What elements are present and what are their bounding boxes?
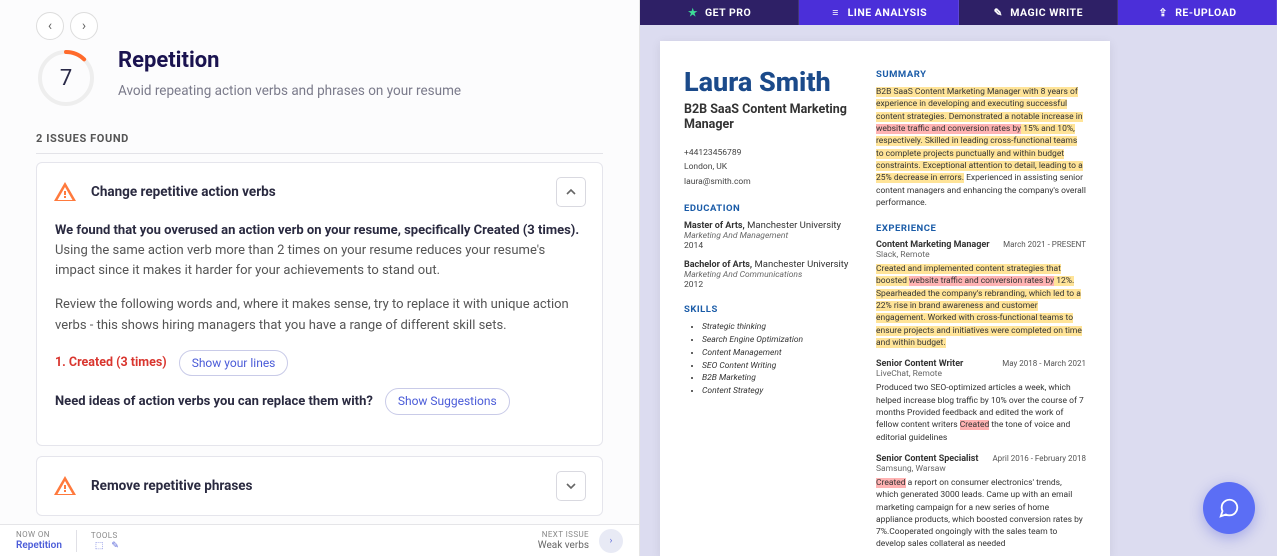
show-suggestions-button[interactable]: Show Suggestions (385, 388, 510, 415)
next-button[interactable]: › (70, 12, 98, 40)
resume-name: Laura Smith (684, 69, 854, 96)
issues-found-label: 2 ISSUES FOUND (36, 132, 603, 154)
role-title: Content Marketing Manager (876, 240, 990, 250)
page-title: Repetition (118, 48, 461, 73)
edu-year: 2012 (684, 280, 854, 290)
experience-label: EXPERIENCE (876, 223, 1086, 234)
role-title: Senior Content Writer (876, 359, 963, 369)
list-item: B2B Marketing (702, 372, 854, 385)
resume-location: London, UK (684, 160, 854, 174)
role-title: Senior Content Specialist (876, 454, 978, 464)
issue-advice: Review the following words and, where it… (55, 295, 584, 335)
list-item: SEO Content Writing (702, 360, 854, 373)
prev-button[interactable]: ‹ (36, 12, 64, 40)
next-issue-button[interactable]: › (599, 529, 623, 553)
issue-card-phrases: Remove repetitive phrases (36, 456, 603, 516)
role-desc: Produced two SEO-optimized articles a we… (876, 382, 1086, 444)
score-ring: 7 (36, 48, 96, 108)
resume-title: B2B SaaS Content Marketing Manager (684, 102, 854, 132)
score-value: 7 (36, 48, 96, 108)
list-item: Strategic thinking (702, 321, 854, 334)
next-issue-value: Weak verbs (538, 540, 589, 551)
tab-reupload[interactable]: ⇪RE-UPLOAD (1118, 0, 1277, 25)
star-icon: ★ (687, 7, 699, 19)
suggestion-prompt: Need ideas of action verbs you can repla… (55, 392, 373, 412)
tab-line-analysis[interactable]: ≡LINE ANALYSIS (799, 0, 958, 25)
resume-preview: Laura Smith B2B SaaS Content Marketing M… (660, 41, 1110, 556)
issue-intro-rest: Using the same action verb more than 2 t… (55, 243, 545, 278)
role-company: Slack, Remote (876, 250, 1086, 260)
expand-button[interactable] (556, 471, 586, 501)
wand-icon: ✎ (992, 7, 1004, 19)
list-item: Content Strategy (702, 385, 854, 398)
edu-degree: Bachelor of Arts, (684, 260, 752, 270)
list-item: Content Management (702, 347, 854, 360)
education-label: EDUCATION (684, 203, 854, 214)
next-issue-label: NEXT ISSUE (538, 530, 589, 539)
upload-icon: ⇪ (1157, 7, 1169, 19)
edu-school: Manchester University (752, 259, 848, 270)
edu-subject: Marketing And Management (684, 231, 854, 241)
tool-icon[interactable]: ✎ (111, 541, 119, 551)
footer-bar: NOW ON Repetition TOOLS ⬚ ✎ NEXT ISSUE W… (0, 524, 639, 556)
now-on-label: NOW ON (16, 530, 62, 539)
tool-icon[interactable]: ⬚ (95, 541, 104, 551)
skills-label: SKILLS (684, 304, 854, 315)
edu-school: Manchester University (745, 220, 841, 231)
tab-get-pro[interactable]: ★GET PRO (640, 0, 799, 25)
issue-title: Remove repetitive phrases (91, 478, 542, 494)
preview-panel: ★GET PRO ≡LINE ANALYSIS ✎MAGIC WRITE ⇪RE… (640, 0, 1277, 556)
now-on-value[interactable]: Repetition (16, 540, 62, 551)
role-company: LiveChat, Remote (876, 369, 1086, 379)
resume-phone: +44123456789 (684, 146, 854, 160)
edu-degree: Master of Arts, (684, 221, 745, 231)
analysis-panel: ‹ › 7 Repetition Avoid repeating action … (0, 0, 640, 556)
tools-label: TOOLS (91, 531, 119, 540)
skills-list: Strategic thinking Search Engine Optimiz… (684, 321, 854, 398)
tab-magic-write[interactable]: ✎MAGIC WRITE (959, 0, 1118, 25)
role-company: Samsung, Warsaw (876, 464, 1086, 474)
resume-email: laura@smith.com (684, 175, 854, 189)
analysis-icon: ≡ (830, 7, 842, 19)
chat-button[interactable] (1203, 482, 1255, 534)
role-date: March 2021 - PRESENT (1003, 240, 1086, 249)
edu-year: 2014 (684, 241, 854, 251)
role-date: May 2018 - March 2021 (1002, 359, 1086, 368)
role-date: April 2016 - February 2018 (992, 454, 1086, 463)
summary-text: B2B SaaS Content Marketing Manager with … (876, 86, 1086, 209)
role-desc: Created and implemented content strategi… (876, 263, 1086, 349)
list-item: Search Engine Optimization (702, 334, 854, 347)
collapse-button[interactable] (556, 177, 586, 207)
issue-card-action-verbs: Change repetitive action verbs We found … (36, 162, 603, 446)
issue-title: Change repetitive action verbs (91, 184, 542, 200)
edu-subject: Marketing And Communications (684, 270, 854, 280)
show-lines-button[interactable]: Show your lines (179, 350, 289, 377)
repeated-word-item: 1. Created (3 times) (55, 353, 167, 372)
page-subtitle: Avoid repeating action verbs and phrases… (118, 83, 461, 99)
issue-intro-bold: We found that you overused an action ver… (55, 223, 579, 238)
role-desc: Created a report on consumer electronics… (876, 477, 1086, 551)
tab-bar: ★GET PRO ≡LINE ANALYSIS ✎MAGIC WRITE ⇪RE… (640, 0, 1277, 25)
summary-label: SUMMARY (876, 69, 1086, 80)
warning-icon (53, 180, 77, 204)
warning-icon (53, 474, 77, 498)
